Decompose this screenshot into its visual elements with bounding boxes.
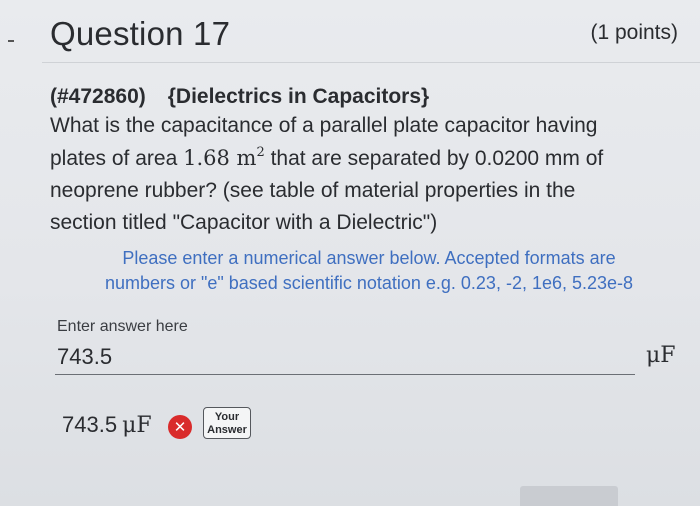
your-answer-badge[interactable]: Your Answer [203,407,251,439]
question-title: Question 17 [50,15,231,52]
question-text-fragment: that are separated by 0.0200 mm of [264,147,604,170]
hint-line: Please enter a numerical answer below. A… [122,248,616,268]
question-points: (1 points) [590,21,678,44]
submitted-answer: 743.5 μF [62,412,152,438]
badge-line: Your [214,411,240,423]
question-id: (#472860) [50,85,146,108]
area-number: 1.68 m [183,146,257,170]
submitted-value: 743.5 [62,412,118,437]
question-text: What is the capacitance of a parallel pl… [50,110,660,239]
area-value: 1.68 m2 [183,146,265,170]
question-tag: (#472860) {Dielectrics in Capacitors} [50,85,429,109]
hint-line: numbers or "e" based scientific notation… [104,273,634,293]
area-exponent: 2 [256,145,265,160]
question-page: Question 17 (1 points) (#472860) {Dielect… [0,0,700,506]
submitted-unit: μF [122,413,152,438]
answer-format-hint: Please enter a numerical answer below. A… [84,246,654,296]
header-divider [42,62,700,63]
question-text-line: neoprene rubber? (see table of material … [50,179,576,202]
question-text-line: What is the capacitance of a parallel pl… [50,114,598,137]
page-edge-mark [8,40,14,42]
answer-unit: μF [646,343,676,368]
question-topic: {Dielectrics in Capacitors} [167,85,430,108]
question-text-line: plates of area 1.68 m2 that are separate… [50,142,660,175]
badge-line: Answer [207,424,247,436]
bottom-button[interactable] [520,486,618,506]
answer-input-label: Enter answer here [57,318,188,335]
incorrect-x-icon: ✕ [168,415,192,439]
question-text-fragment: plates of area [50,147,184,170]
answer-input[interactable] [55,340,635,375]
question-text-line: section titled "Capacitor with a Dielect… [50,211,438,234]
